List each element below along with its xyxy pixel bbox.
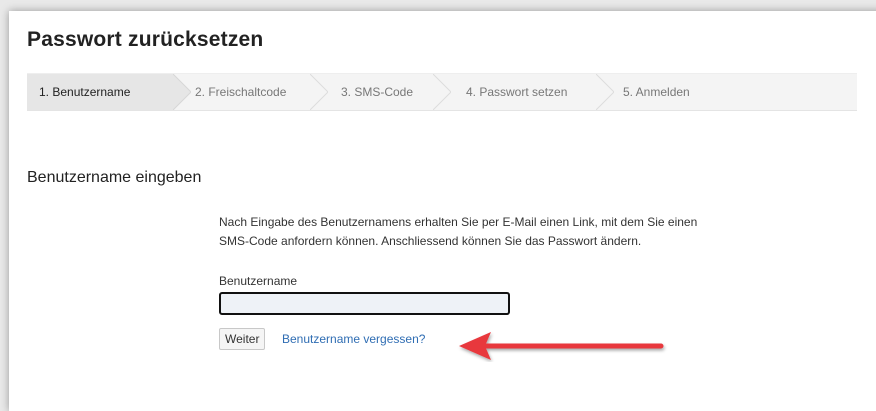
step-freischaltcode: 2. Freischaltcode [195,85,287,99]
step-sms-code: 3. SMS-Code [341,85,414,99]
red-arrow-annotation [459,332,664,360]
step-separator [310,74,328,110]
step-passwort-setzen: 4. Passwort setzen [466,85,568,99]
instructions-line: SMS-Code anfordern können. Anschliessend… [219,234,642,248]
page-title: Passwort zurücksetzen [27,28,264,51]
step-anmelden: 5. Anmelden [623,85,690,99]
progress-stepper: 1. Benutzername 2. Freischaltcode 3. SMS… [27,73,857,111]
instructions-text: Nach Eingabe des Benutzernamens erhalten… [219,213,779,251]
username-label: Benutzername [219,274,298,288]
username-input[interactable] [219,292,510,315]
step-separator [596,74,614,110]
reset-password-panel [9,11,876,411]
weiter-button[interactable]: Weiter [219,328,266,350]
instructions-line: Nach Eingabe des Benutzernamens erhalten… [219,215,698,229]
step-separator [173,74,191,110]
step-separator [433,74,451,110]
section-title: Benutzername eingeben [27,169,202,186]
forgot-username-link[interactable]: Benutzername vergessen? [282,332,425,346]
step-benutzername: 1. Benutzername [27,74,173,110]
